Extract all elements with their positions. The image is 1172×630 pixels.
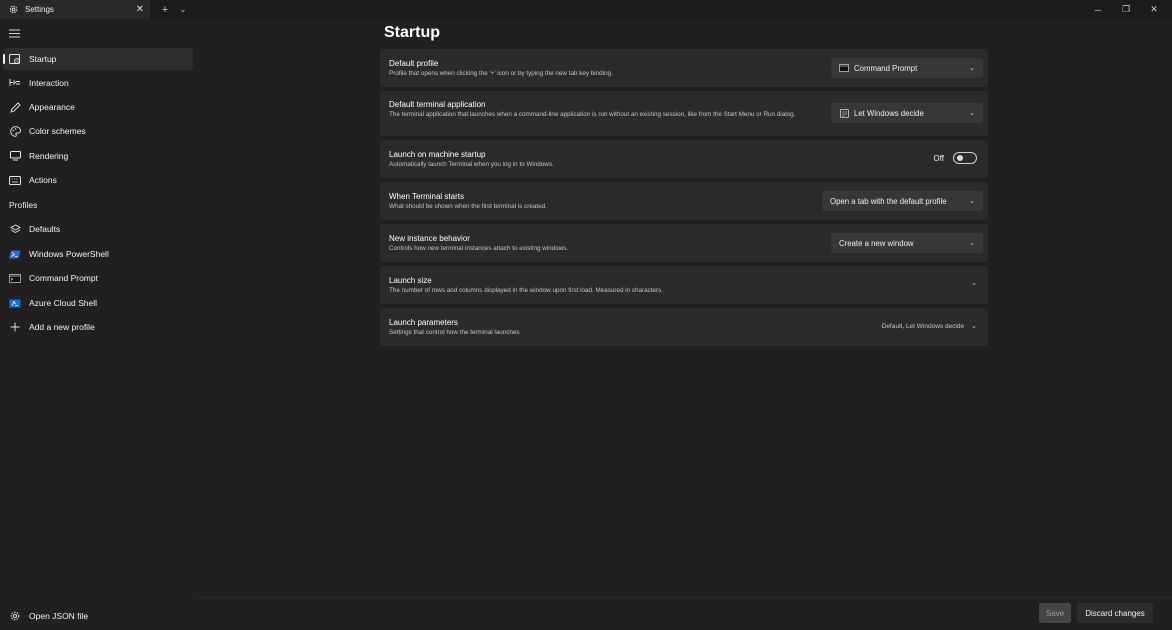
gear-icon (9, 5, 18, 14)
azure-icon (9, 297, 21, 309)
sidebar-item-label: Appearance (29, 102, 75, 112)
sidebar-item-label: Interaction (29, 78, 69, 88)
setting-description: Automatically launch Terminal when you l… (389, 161, 554, 168)
restore-icon[interactable]: ❐ (1112, 0, 1140, 19)
startup-icon (9, 53, 21, 65)
sidebar-item-label: Color schemes (29, 126, 86, 136)
sidebar-item-label: Startup (29, 54, 57, 64)
sidebar-item-color-schemes[interactable]: Color schemes (3, 120, 193, 142)
launch-parameters-summary: Default, Let Windows decide (881, 322, 965, 330)
close-window-icon[interactable]: ✕ (1140, 0, 1168, 19)
dropdown-value: Command Prompt (854, 63, 918, 73)
setting-when-terminal-starts: When Terminal starts What should be show… (380, 182, 988, 220)
setting-description: Profile that opens when clicking the '+'… (389, 70, 613, 77)
cmd-icon (9, 272, 21, 284)
sidebar-item-interaction[interactable]: Interaction (3, 72, 193, 94)
sidebar-item-label: Defaults (29, 224, 61, 234)
chevron-down-icon: ⌄ (971, 280, 977, 287)
sidebar-item-actions[interactable]: Actions (3, 169, 193, 191)
chevron-down-icon: ⌄ (971, 323, 977, 330)
profiles-section-header: Profiles (9, 200, 38, 210)
setting-title: New instance behavior (389, 234, 470, 243)
setting-title: Launch on machine startup (389, 150, 486, 159)
setting-description: Controls how new terminal instances atta… (389, 245, 569, 252)
sidebar-item-label: Add a new profile (29, 322, 95, 332)
plus-icon (9, 321, 21, 333)
interaction-icon (9, 77, 21, 89)
sidebar-item-label: Rendering (29, 151, 69, 161)
chevron-down-icon: ⌄ (969, 110, 975, 117)
sidebar-item-add-profile[interactable]: Add a new profile (3, 316, 193, 338)
dropdown-value: Create a new window (839, 238, 914, 248)
setting-description: Settings that control how the terminal l… (389, 329, 520, 336)
monitor-icon (9, 150, 21, 162)
footer-divider (198, 597, 1172, 598)
settings-tab[interactable]: Settings ✕ (0, 0, 150, 19)
setting-title: Launch parameters (389, 318, 458, 327)
sidebar-item-label: Azure Cloud Shell (29, 298, 98, 308)
open-json-file-link[interactable]: Open JSON file (3, 605, 193, 627)
pen-icon (9, 101, 21, 113)
setting-title: Default terminal application (389, 100, 486, 109)
sidebar-item-windows-powershell[interactable]: Windows PowerShell (3, 243, 193, 265)
sidebar-item-label: Command Prompt (29, 273, 98, 283)
sidebar-item-label: Windows PowerShell (29, 249, 109, 259)
tab-dropdown-chevron-icon[interactable]: ⌄ (174, 0, 192, 19)
discard-changes-button[interactable]: Discard changes (1077, 603, 1153, 623)
tab-title: Settings (25, 5, 54, 14)
sidebar-item-command-prompt[interactable]: Command Prompt (3, 267, 193, 289)
sidebar-item-label: Actions (29, 175, 57, 185)
toggle-knob (957, 155, 963, 161)
page-title: Startup (384, 24, 440, 41)
setting-default-profile: Default profile Profile that opens when … (380, 49, 988, 87)
open-json-label: Open JSON file (29, 611, 89, 621)
setting-description: The terminal application that launches w… (389, 111, 796, 118)
terminal-app-icon (839, 108, 849, 118)
chevron-down-icon: ⌄ (969, 240, 975, 247)
selection-indicator (3, 54, 5, 64)
toggle-switch[interactable] (953, 152, 977, 164)
setting-default-terminal: Default terminal application The termina… (380, 91, 988, 136)
setting-launch-parameters[interactable]: Launch parameters Settings that control … (380, 308, 988, 346)
new-tab-button[interactable]: + (156, 0, 174, 19)
sidebar: Startup Interaction Appearance Color sch… (0, 19, 198, 630)
chevron-down-icon: ⌄ (969, 65, 975, 72)
dropdown-value: Open a tab with the default profile (830, 196, 947, 206)
launch-size-expander[interactable]: ⌄ (971, 279, 977, 287)
setting-launch-on-startup: Launch on machine startup Automatically … (380, 140, 988, 178)
palette-icon (9, 125, 21, 137)
setting-description: What should be shown when the first term… (389, 203, 547, 210)
setting-title: When Terminal starts (389, 192, 464, 201)
cmd-icon (839, 64, 849, 73)
sidebar-item-rendering[interactable]: Rendering (3, 145, 193, 167)
setting-description: The number of rows and columns displayed… (389, 287, 664, 294)
sidebar-item-startup[interactable]: Startup (3, 48, 193, 70)
when-terminal-starts-dropdown[interactable]: Open a tab with the default profile ⌄ (822, 191, 983, 211)
layers-icon (9, 223, 21, 235)
new-instance-dropdown[interactable]: Create a new window ⌄ (831, 233, 983, 253)
chevron-down-icon: ⌄ (969, 198, 975, 205)
setting-new-instance-behavior: New instance behavior Controls how new t… (380, 224, 988, 262)
hamburger-menu-icon[interactable] (9, 28, 20, 39)
default-terminal-dropdown[interactable]: Let Windows decide ⌄ (831, 103, 983, 123)
sidebar-item-defaults[interactable]: Defaults (3, 218, 193, 240)
minimize-icon[interactable]: ─ (1084, 0, 1112, 19)
dropdown-value: Let Windows decide (854, 108, 924, 118)
sidebar-item-appearance[interactable]: Appearance (3, 96, 193, 118)
powershell-icon (9, 248, 21, 260)
setting-launch-size[interactable]: Launch size The number of rows and colum… (380, 266, 988, 304)
sidebar-item-azure-cloud-shell[interactable]: Azure Cloud Shell (3, 292, 193, 314)
title-bar: Settings ✕ + ⌄ ─ ❐ ✕ (0, 0, 1172, 19)
gear-icon (10, 611, 20, 621)
launch-parameters-expander[interactable]: Default, Let Windows decide ⌄ (881, 322, 977, 331)
close-tab-icon[interactable]: ✕ (136, 4, 144, 15)
setting-title: Default profile (389, 59, 439, 68)
launch-on-startup-toggle[interactable]: Off (933, 152, 977, 164)
setting-title: Launch size (389, 276, 432, 285)
toggle-state-label: Off (933, 153, 944, 163)
default-profile-dropdown[interactable]: Command Prompt ⌄ (831, 58, 983, 78)
keyboard-icon (9, 174, 21, 186)
save-button[interactable]: Save (1039, 603, 1071, 623)
